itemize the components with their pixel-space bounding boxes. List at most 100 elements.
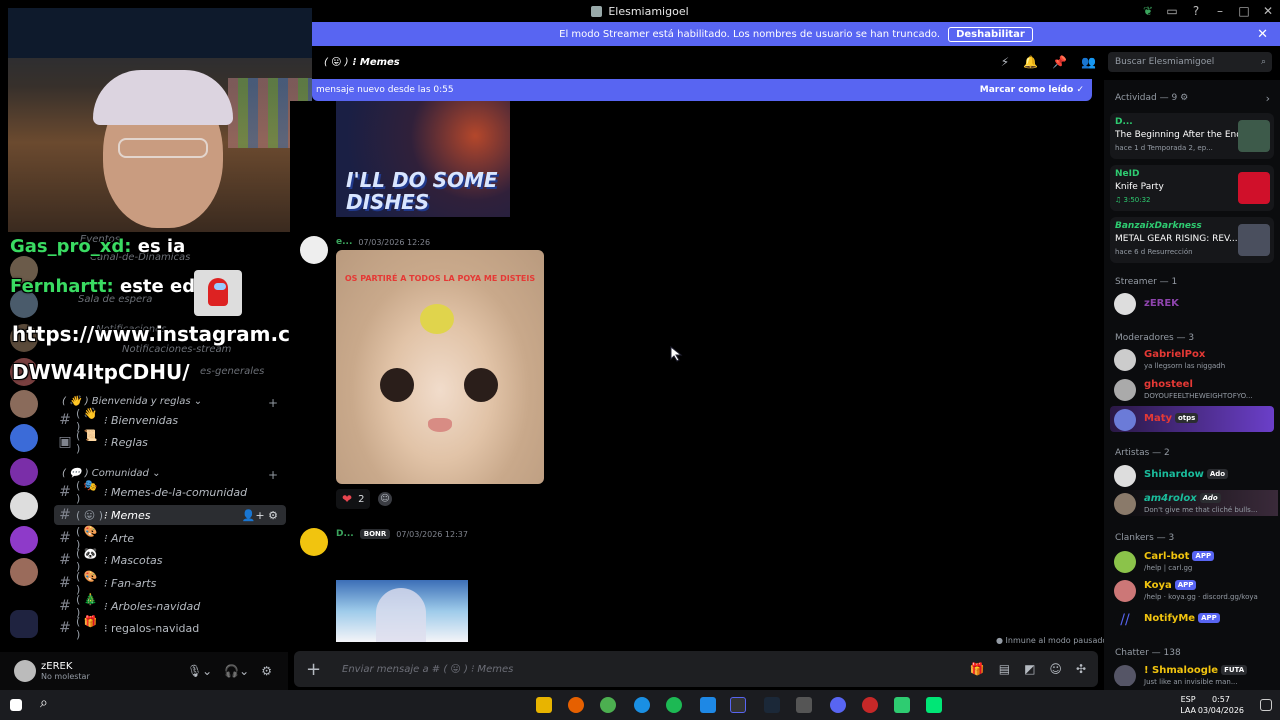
message-author[interactable]: D... bbox=[336, 529, 354, 539]
avatar bbox=[1114, 465, 1136, 487]
windows-start-icon[interactable] bbox=[10, 699, 22, 711]
chevron-right-icon[interactable]: › bbox=[1266, 92, 1270, 105]
edge-icon[interactable] bbox=[634, 697, 650, 713]
server-icon[interactable] bbox=[10, 424, 38, 452]
sticker-icon[interactable]: ◩ bbox=[1024, 662, 1035, 676]
member-item[interactable]: zEREK bbox=[1114, 290, 1278, 316]
channel-fan-arts[interactable]: # ( 🎨 ) ⁝ Fan-arts bbox=[54, 570, 286, 596]
mark-read-button[interactable]: Marcar como leído ✓ bbox=[980, 85, 1084, 95]
close-window-icon[interactable]: ✕ bbox=[1256, 4, 1280, 18]
member-item[interactable]: am4rolox Ado Don't give me that cliché bu… bbox=[1114, 490, 1278, 516]
channel-mascotas[interactable]: # ( 🐼 ) ⁝ Mascotas bbox=[54, 547, 286, 573]
minimize-icon[interactable]: – bbox=[1208, 4, 1232, 18]
server-icon[interactable] bbox=[10, 458, 38, 486]
channel-bienvenidas[interactable]: # ( 👋 ) ⁝ Bienvenidas bbox=[54, 407, 286, 433]
overlay-username: Gas_pro_xd: bbox=[10, 236, 132, 257]
message-image[interactable] bbox=[336, 580, 468, 642]
close-icon[interactable]: ✕ bbox=[1257, 27, 1268, 42]
app-icon[interactable] bbox=[894, 697, 910, 713]
message-author[interactable]: e... bbox=[336, 237, 352, 247]
calculator-icon[interactable] bbox=[796, 697, 812, 713]
member-item[interactable]: Shinardow Ado bbox=[1114, 462, 1278, 488]
member-item[interactable]: ! Shmaloogle FUTA Just like an invisible … bbox=[1114, 662, 1278, 686]
app-icon[interactable] bbox=[700, 697, 716, 713]
category-comunidad[interactable]: ( 💬 ) Comunidad ⌄ + bbox=[62, 468, 278, 482]
inbox-icon[interactable]: ▭ bbox=[1160, 4, 1184, 18]
member-item[interactable]: Maty otps bbox=[1110, 406, 1274, 432]
disable-streamer-button[interactable]: Deshabilitar bbox=[948, 26, 1033, 42]
message-input[interactable]: + Enviar mensaje a # ( 😛 ) ⁝ Memes 🎁 ▤ ◩… bbox=[294, 651, 1098, 687]
member-status: Don't give me that cliché bulls... bbox=[1144, 506, 1258, 514]
threads-icon[interactable]: ⚡ bbox=[1001, 55, 1009, 69]
bell-icon[interactable]: 🔔 bbox=[1023, 55, 1038, 69]
member-item[interactable]: ghosteel DOYOUFEELTHEWEIGHTOFYO... bbox=[1114, 376, 1278, 402]
activity-card[interactable]: BanzaixDarkness METAL GEAR RISING: REV..… bbox=[1110, 217, 1274, 263]
member-item[interactable]: // NotifyMe APP bbox=[1114, 606, 1278, 632]
folder-icon[interactable] bbox=[10, 610, 38, 638]
activity-title: Knife Party bbox=[1115, 182, 1164, 192]
apps-icon[interactable]: ✣ bbox=[1076, 662, 1086, 676]
app-tag: APP bbox=[1192, 551, 1215, 561]
server-icon[interactable] bbox=[10, 558, 38, 586]
file-explorer-icon[interactable] bbox=[536, 697, 552, 713]
steam-icon[interactable] bbox=[764, 697, 780, 713]
member-item[interactable]: Koya APP /help · koya.gg · discord.gg/koy… bbox=[1114, 577, 1278, 603]
gift-icon[interactable]: 🎁 bbox=[970, 662, 985, 676]
spotify-icon[interactable] bbox=[666, 697, 682, 713]
server-icon[interactable] bbox=[10, 492, 38, 520]
reaction-heart[interactable]: ❤ 2 bbox=[336, 489, 371, 509]
pin-icon[interactable]: 📌 bbox=[1052, 55, 1067, 69]
app-icon[interactable] bbox=[862, 697, 878, 713]
members-icon[interactable]: 👥 bbox=[1081, 55, 1096, 69]
member-item[interactable]: GabrielPox ya llegsorn las niggadh bbox=[1114, 346, 1278, 372]
discord-icon[interactable] bbox=[830, 697, 846, 713]
add-channel-icon[interactable]: + bbox=[268, 468, 278, 482]
notifications-icon[interactable] bbox=[1260, 699, 1272, 711]
avatar[interactable] bbox=[300, 236, 328, 264]
channel-label: ⁝ Fan-arts bbox=[104, 576, 157, 590]
cat-image[interactable]: OS PARTIRÉ A TODOS LA POYA ME DISTEIS bbox=[336, 250, 544, 484]
search-icon[interactable]: ⌕ bbox=[40, 695, 56, 711]
channel-regalos-navidad[interactable]: # ( 🎁 ) ⁝ regalos-navidad bbox=[54, 615, 286, 641]
language-layout: LAA bbox=[1180, 706, 1196, 715]
leaf-icon[interactable]: ❦ bbox=[1136, 4, 1160, 18]
activity-card[interactable]: NeID Knife Party ♫ 3:50:32 bbox=[1110, 165, 1274, 211]
avatar: // bbox=[1114, 609, 1136, 631]
channel-arte[interactable]: # ( 🎨 ) ⁝ Arte bbox=[54, 525, 286, 551]
microphone-icon[interactable]: 🎙⌄ bbox=[187, 664, 212, 678]
chrome-icon[interactable] bbox=[600, 697, 616, 713]
channel-settings-icon[interactable]: 👤+ ⚙ bbox=[242, 509, 278, 522]
language-indicator[interactable]: ESP LAA bbox=[1180, 694, 1196, 716]
rules-icon: ▣ bbox=[58, 434, 72, 450]
headphones-icon[interactable]: 🎧⌄ bbox=[224, 664, 249, 678]
kick-icon[interactable] bbox=[926, 697, 942, 713]
reaction-count: 2 bbox=[358, 493, 365, 505]
app-icon[interactable] bbox=[730, 697, 746, 713]
channel-arboles-navidad[interactable]: # ( 🎄 ) ⁝ Arboles-navidad bbox=[54, 593, 286, 619]
search-input[interactable]: Buscar Elesmiamigoel ⌕ bbox=[1108, 52, 1272, 72]
gif-icon[interactable]: ▤ bbox=[999, 662, 1010, 676]
help-icon[interactable]: ? bbox=[1184, 4, 1208, 18]
server-icon[interactable] bbox=[10, 526, 38, 554]
message-image[interactable]: I'LL DO SOME DISHES bbox=[336, 101, 510, 217]
avatar[interactable] bbox=[14, 660, 36, 682]
add-reaction-icon[interactable]: ☺ bbox=[378, 492, 392, 506]
emoji-icon[interactable]: ☺ bbox=[1049, 662, 1062, 676]
firefox-icon[interactable] bbox=[568, 697, 584, 713]
channel-memes[interactable]: # ( 😛 ) ⁝ Memes 👤+ ⚙ bbox=[54, 505, 286, 525]
category-bienvenida[interactable]: ( 👋 ) Bienvenida y reglas ⌄ + bbox=[62, 396, 278, 410]
avatar[interactable] bbox=[300, 528, 328, 556]
server-icon[interactable] bbox=[10, 390, 38, 418]
new-messages-bar[interactable]: mensaje nuevo desde las 0:55 Marcar como… bbox=[312, 79, 1092, 101]
channel-reglas[interactable]: ▣ ( 📜 ) ⁝ Reglas bbox=[54, 429, 286, 455]
message-timestamp: 07/03/2026 12:26 bbox=[358, 237, 431, 247]
clock[interactable]: 0:57 03/04/2026 bbox=[1198, 694, 1244, 716]
add-channel-icon[interactable]: + bbox=[268, 396, 278, 410]
gear-icon[interactable]: ⚙ bbox=[261, 664, 272, 678]
activity-card[interactable]: D... The Beginning After the End hace 1 … bbox=[1110, 113, 1274, 159]
channel-memes-comunidad[interactable]: # ( 🎭 ) ⁝ Memes-de-la-comunidad bbox=[54, 479, 286, 505]
activity-header: Actividad — 9 ⚙ bbox=[1115, 93, 1189, 103]
member-item[interactable]: Carl-bot APP /help | carl.gg bbox=[1114, 548, 1278, 574]
add-attachment-icon[interactable]: + bbox=[306, 659, 324, 680]
maximize-icon[interactable]: □ bbox=[1232, 4, 1256, 18]
